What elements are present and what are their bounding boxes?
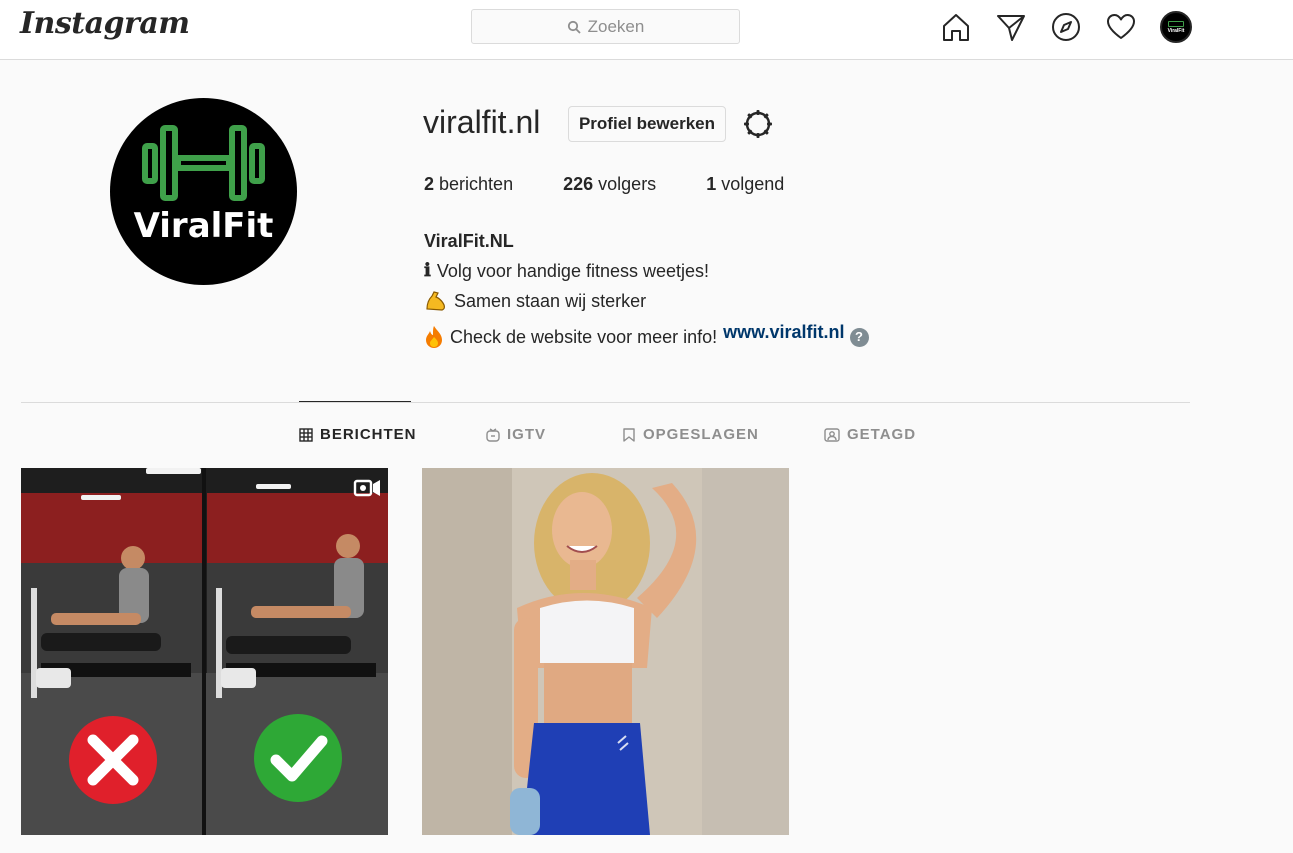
bio-line-3: Check de website voor meer info! www.vir…: [424, 322, 869, 352]
search-placeholder: Zoeken: [587, 16, 645, 36]
avatar: ViralFit: [1160, 11, 1192, 43]
tab-igtv-label: IGTV: [507, 426, 547, 443]
stat-followers[interactable]: 226 volgers: [563, 174, 656, 195]
fitness-model-photo: [422, 468, 789, 835]
igtv-icon: [486, 427, 500, 442]
grid-icon: [299, 427, 313, 442]
bio-line-3-text: Check de website voor meer info!: [450, 327, 718, 347]
tab-berichten[interactable]: BERICHTEN: [299, 426, 417, 443]
tab-divider: [21, 402, 1190, 403]
fire-emoji-icon: [426, 326, 442, 348]
stat-followers-label: volgers: [598, 174, 657, 194]
stat-following-label: volgend: [721, 174, 785, 194]
seated-row-comparison-image: [21, 468, 388, 835]
flexed-bicep-emoji-icon: [426, 291, 445, 311]
stat-posts-label: berichten: [439, 174, 514, 194]
active-tab-indicator: [299, 401, 411, 402]
profile-avatar-button[interactable]: ViralFit: [1160, 11, 1192, 43]
search-input[interactable]: Zoeken: [471, 9, 740, 44]
profile-picture[interactable]: ViralFit: [110, 98, 297, 285]
tab-berichten-label: BERICHTEN: [320, 426, 417, 443]
help-icon[interactable]: ?: [849, 327, 869, 347]
stat-followers-count: 226: [563, 174, 594, 194]
stat-posts: 2 berichten: [424, 174, 513, 195]
edit-profile-button[interactable]: Profiel bewerken: [568, 106, 726, 142]
bio-line-1: ℹ Volg voor handige fitness weetjes!: [424, 256, 869, 286]
profile-bio: ViralFit.NL ℹ Volg voor handige fitness …: [424, 226, 869, 352]
info-emoji-icon: ℹ: [424, 260, 431, 281]
post-thumbnail-fitness-model[interactable]: [422, 468, 789, 835]
avatar-mini-brand: ViralFit: [1167, 27, 1185, 34]
nav-icon-group: ViralFit: [940, 11, 1215, 43]
stat-posts-count: 2: [424, 174, 435, 194]
tab-opgeslagen[interactable]: OPGESLAGEN: [622, 426, 759, 443]
stat-following-count: 1: [706, 174, 717, 194]
tab-getagd-label: GETAGD: [847, 426, 917, 443]
bookmark-icon: [623, 427, 635, 442]
website-link[interactable]: www.viralfit.nl: [723, 317, 844, 347]
settings-gear-icon[interactable]: [741, 107, 775, 141]
direct-icon[interactable]: [995, 11, 1027, 43]
instagram-logo[interactable]: Instagram: [20, 6, 190, 41]
tagged-icon: [824, 427, 840, 442]
dumbbell-logo-icon: [142, 125, 265, 201]
search-icon: [567, 20, 581, 34]
tab-igtv[interactable]: IGTV: [486, 426, 546, 443]
profile-username: viralfit.nl: [423, 104, 541, 140]
bio-display-name: ViralFit.NL: [424, 231, 514, 251]
profile-stats: 2 berichten 226 volgers 1 volgend: [424, 174, 834, 195]
post-thumbnail-seated-row[interactable]: [21, 468, 388, 835]
profile-brand-text: ViralFit: [133, 206, 274, 246]
bio-line-2: Samen staan wij sterker: [424, 286, 869, 316]
home-icon[interactable]: [940, 11, 972, 43]
bio-line-1-text: Volg voor handige fitness weetjes!: [436, 261, 710, 281]
top-navigation: Instagram Zoeken ViralFit: [0, 0, 1293, 60]
activity-heart-icon[interactable]: [1105, 11, 1137, 43]
tab-getagd[interactable]: GETAGD: [824, 426, 916, 443]
stat-following[interactable]: 1 volgend: [706, 174, 784, 195]
tab-opgeslagen-label: OPGESLAGEN: [643, 426, 759, 443]
explore-icon[interactable]: [1050, 11, 1082, 43]
bio-line-2-text: Samen staan wij sterker: [454, 291, 647, 311]
dumbbell-mini-icon: [1168, 20, 1184, 27]
